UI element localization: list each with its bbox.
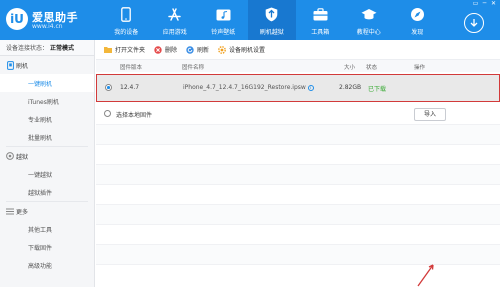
nav-label: 应用游戏 — [162, 29, 187, 36]
firmware-status: 已下载 — [368, 86, 387, 93]
graduation-cap-icon — [361, 6, 377, 22]
close-window-icon[interactable]: ✕ — [489, 0, 498, 8]
delete-icon — [154, 45, 162, 54]
flash-settings-button[interactable]: 设备刷机设置 — [218, 45, 265, 54]
refresh-icon — [186, 45, 194, 54]
local-firmware-row: 选择本地固件 导入 — [96, 104, 500, 124]
col-size: 大小 — [344, 65, 356, 71]
device-status: 设备连接状态： 正常模式 — [0, 40, 94, 56]
refresh-label: 刷新 — [197, 47, 210, 54]
open-folder-button[interactable]: 打开文件夹 — [104, 45, 145, 54]
window-controls: ▭ ─ ✕ — [471, 0, 498, 8]
sidebar-item-batch-flash[interactable]: 批量刷机 — [0, 128, 94, 146]
sidebar-item-one-click-jailbreak[interactable]: 一键越狱 — [0, 165, 94, 183]
open-folder-label: 打开文件夹 — [115, 47, 146, 54]
phone-icon — [118, 6, 134, 22]
gear-icon — [218, 45, 226, 54]
shield-icon — [264, 6, 280, 22]
nav-label: 发现 — [411, 29, 424, 36]
empty-row — [96, 184, 500, 204]
col-version: 固件版本 — [120, 65, 143, 71]
nav-toolbox[interactable]: 工具箱 — [296, 0, 345, 40]
download-manager-button[interactable] — [464, 13, 484, 33]
app-url: www.i4.cn — [32, 23, 63, 30]
top-header: iU 爱思助手 www.i4.cn 我的设备 应用游戏 铃声壁纸 刷机越狱 工具… — [0, 0, 500, 40]
empty-row — [96, 144, 500, 164]
col-name: 固件名称 — [182, 65, 205, 71]
folder-icon — [104, 46, 112, 54]
sidebar-section-flash[interactable]: 刷机 — [0, 56, 94, 74]
firmware-radio-selected[interactable] — [105, 84, 112, 91]
col-action: 操作 — [414, 65, 426, 71]
sidebar-item-jailbreak-plugins[interactable]: 越狱插件 — [0, 183, 94, 201]
local-firmware-radio[interactable] — [104, 110, 111, 117]
sidebar-section-label: 越狱 — [16, 153, 29, 161]
nav-flash-jailbreak[interactable]: 刷机越狱 — [247, 0, 296, 40]
compass-icon — [409, 6, 425, 22]
device-status-value: 正常模式 — [50, 45, 75, 52]
info-icon[interactable]: i — [307, 84, 314, 91]
empty-row — [96, 204, 500, 224]
empty-row — [96, 164, 500, 184]
toolbar: 打开文件夹 删除 刷新 设备刷机设置 — [96, 40, 500, 60]
sidebar: 设备连接状态： 正常模式 刷机 一键刷机 iTunes刷机 专业刷机 批量刷机 … — [0, 40, 95, 287]
flash-settings-label: 设备刷机设置 — [229, 47, 266, 54]
nav-label: 刷机越狱 — [259, 29, 284, 36]
col-status: 状态 — [366, 65, 378, 71]
sidebar-section-more[interactable]: 更多 — [0, 202, 94, 220]
nav-ringtones-wallpapers[interactable]: 铃声壁纸 — [199, 0, 248, 40]
app-logo: iU 爱思助手 www.i4.cn — [6, 8, 96, 34]
nav-my-device[interactable]: 我的设备 — [102, 0, 151, 40]
empty-row — [96, 224, 500, 244]
device-status-label: 设备连接状态： — [6, 45, 49, 52]
refresh-button[interactable]: 刷新 — [186, 45, 209, 54]
jailbreak-shield-icon — [6, 152, 14, 160]
sidebar-section-label: 刷机 — [16, 62, 29, 70]
nav-tutorials[interactable]: 教程中心 — [345, 0, 394, 40]
nav-label: 铃声壁纸 — [211, 29, 236, 36]
firmware-filename: iPhone_4.7_12.4.7_16G192_Restore.ipsw — [183, 84, 306, 91]
main-panel: 打开文件夹 删除 刷新 设备刷机设置 固件版本 固件名称 大小 状态 操作 12… — [96, 40, 500, 287]
sidebar-item-other-tools[interactable]: 其他工具 — [0, 220, 94, 238]
firmware-version: 12.4.7 — [120, 84, 140, 91]
empty-row — [96, 264, 500, 287]
firmware-table-header: 固件版本 固件名称 大小 状态 操作 — [96, 60, 500, 72]
nav-label: 教程中心 — [356, 29, 381, 36]
restore-window-icon[interactable]: ▭ — [471, 0, 480, 8]
empty-row — [96, 124, 500, 144]
minimize-window-icon[interactable]: ─ — [480, 0, 489, 8]
delete-label: 删除 — [165, 47, 178, 54]
annotation-arrow-icon — [417, 264, 434, 287]
firmware-filename-cell: iPhone_4.7_12.4.7_16G192_Restore.ipsw i — [183, 84, 314, 91]
import-button[interactable]: 导入 — [414, 108, 446, 121]
sidebar-section-label: 更多 — [16, 208, 29, 216]
nav-label: 工具箱 — [311, 29, 330, 36]
app-store-icon — [167, 6, 183, 22]
sidebar-item-advanced[interactable]: 高级功能 — [0, 256, 94, 274]
sidebar-item-one-click-flash[interactable]: 一键刷机 — [0, 74, 94, 92]
music-folder-icon — [215, 6, 231, 22]
sidebar-section-jailbreak[interactable]: 越狱 — [0, 147, 94, 165]
logo-mark: iU — [6, 8, 28, 30]
phone-flash-icon — [6, 60, 14, 70]
sidebar-item-itunes-flash[interactable]: iTunes刷机 — [0, 92, 94, 110]
nav-apps-games[interactable]: 应用游戏 — [151, 0, 200, 40]
nav-discover[interactable]: 发现 — [393, 0, 442, 40]
download-arrow-icon — [470, 19, 478, 27]
toolbox-icon — [312, 6, 328, 22]
firmware-row-selected[interactable]: 12.4.7 iPhone_4.7_12.4.7_16G192_Restore.… — [96, 74, 500, 102]
empty-row — [96, 244, 500, 264]
delete-button[interactable]: 删除 — [154, 45, 177, 54]
firmware-size: 2.82GB — [339, 84, 362, 91]
main-nav: 我的设备 应用游戏 铃声壁纸 刷机越狱 工具箱 教程中心 发现 — [102, 0, 442, 40]
nav-label: 我的设备 — [114, 29, 139, 36]
more-list-icon — [6, 207, 14, 215]
local-firmware-label: 选择本地固件 — [116, 112, 153, 119]
sidebar-item-pro-flash[interactable]: 专业刷机 — [0, 110, 94, 128]
sidebar-item-download-firmware[interactable]: 下载固件 — [0, 238, 94, 256]
